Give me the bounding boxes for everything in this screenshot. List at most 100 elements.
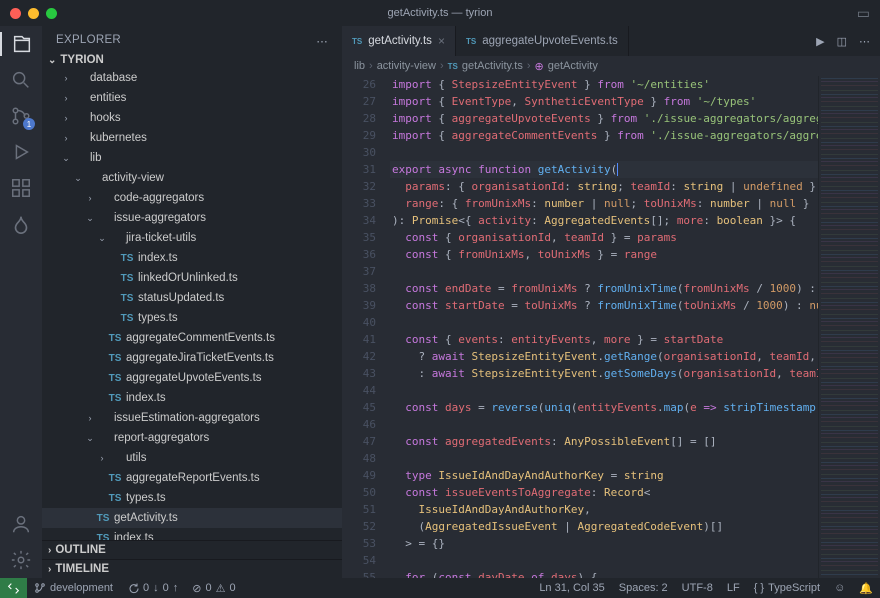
code-line[interactable]: (AggregatedIssueEvent | AggregatedCodeEv…: [390, 518, 818, 535]
maximize-window-button[interactable]: [46, 8, 57, 19]
file-row[interactable]: TSaggregateCommentEvents.ts: [42, 328, 342, 348]
code-line[interactable]: IssueIdAndDayAndAuthorKey,: [390, 501, 818, 518]
extensions-icon[interactable]: [9, 176, 33, 200]
sidebar-more-icon[interactable]: ⋯: [316, 34, 328, 48]
folder-row[interactable]: ›code-aggregators: [42, 188, 342, 208]
code-line[interactable]: const aggregatedEvents: AnyPossibleEvent…: [390, 433, 818, 450]
chevron-down-icon: ⌄: [96, 233, 108, 244]
breadcrumb[interactable]: lib›activity-view›TS getActivity.ts›⊕ ge…: [342, 56, 880, 76]
code-line[interactable]: const days = reverse(uniq(entityEvents.m…: [390, 399, 818, 416]
run-debug-icon[interactable]: [9, 140, 33, 164]
run-cell-icon[interactable]: ▶: [816, 35, 824, 48]
folder-row[interactable]: ›issueEstimation-aggregators: [42, 408, 342, 428]
folder-row[interactable]: ⌄activity-view: [42, 168, 342, 188]
code-line[interactable]: import { EventType, SyntheticEventType }…: [390, 93, 818, 110]
typescript-file-icon: TS: [120, 251, 134, 265]
sidebar-section-toggle[interactable]: ⌄ TYRION: [42, 52, 342, 68]
folder-icon: [72, 111, 86, 125]
code-line[interactable]: const issueEventsToAggregate: Record<: [390, 484, 818, 501]
folder-row[interactable]: ›utils: [42, 448, 342, 468]
panel-toggle-icon[interactable]: ▭: [857, 5, 870, 22]
more-actions-icon[interactable]: ⋯: [859, 35, 870, 48]
code-line[interactable]: ): Promise<{ activity: AggregatedEvents[…: [390, 212, 818, 229]
stepsize-icon[interactable]: [9, 212, 33, 236]
file-row[interactable]: TSaggregateUpvoteEvents.ts: [42, 368, 342, 388]
remote-button[interactable]: [0, 578, 27, 598]
file-row[interactable]: TSgetActivity.ts: [42, 508, 342, 528]
code-line[interactable]: const startDate = toUnixMs ? fromUnixTim…: [390, 297, 818, 314]
problems-button[interactable]: ⊘0 ⚠0: [185, 578, 242, 598]
code-line[interactable]: const { fromUnixMs, toUnixMs } = range: [390, 246, 818, 263]
code-line[interactable]: type IssueIdAndDayAndAuthorKey = string: [390, 467, 818, 484]
breadcrumb-segment[interactable]: activity-view: [377, 60, 436, 72]
code-line[interactable]: [390, 314, 818, 331]
folder-row[interactable]: ›kubernetes: [42, 128, 342, 148]
code-line[interactable]: [390, 144, 818, 161]
split-editor-icon[interactable]: ◫: [837, 35, 847, 48]
folder-row[interactable]: ›database: [42, 68, 342, 88]
code-line[interactable]: : await StepsizeEntityEvent.getSomeDays(…: [390, 365, 818, 382]
folder-row[interactable]: ⌄lib: [42, 148, 342, 168]
breadcrumb-segment[interactable]: lib: [354, 60, 365, 72]
close-tab-icon[interactable]: ×: [438, 34, 445, 48]
sync-button[interactable]: 0↓ 0↑: [120, 578, 185, 598]
accounts-icon[interactable]: [9, 512, 33, 536]
timeline-section[interactable]: › TIMELINE: [42, 559, 342, 578]
breadcrumb-segment[interactable]: getActivity.ts: [462, 60, 523, 72]
folder-row[interactable]: ›entities: [42, 88, 342, 108]
cursor-position[interactable]: Ln 31, Col 35: [532, 582, 611, 594]
code-line[interactable]: const { organisationId, teamId } = param…: [390, 229, 818, 246]
code-line[interactable]: [390, 263, 818, 280]
language-mode[interactable]: { } TypeScript: [747, 582, 827, 594]
folder-row[interactable]: ⌄report-aggregators: [42, 428, 342, 448]
minimize-window-button[interactable]: [28, 8, 39, 19]
file-row[interactable]: TSindex.ts: [42, 388, 342, 408]
tree-item-label: hooks: [90, 112, 121, 124]
errors-count: 0: [205, 582, 211, 594]
file-row[interactable]: TSaggregateJiraTicketEvents.ts: [42, 348, 342, 368]
settings-gear-icon[interactable]: [9, 548, 33, 572]
outline-section[interactable]: › OUTLINE: [42, 540, 342, 559]
file-row[interactable]: TStypes.ts: [42, 308, 342, 328]
file-row[interactable]: TSindex.ts: [42, 528, 342, 540]
tree-item-label: kubernetes: [90, 132, 147, 144]
search-icon[interactable]: [9, 68, 33, 92]
folder-row[interactable]: ›hooks: [42, 108, 342, 128]
code-line[interactable]: export async function getActivity(: [390, 161, 818, 178]
tab[interactable]: TSgetActivity.ts×: [342, 26, 456, 56]
file-row[interactable]: TSstatusUpdated.ts: [42, 288, 342, 308]
code-line[interactable]: import { StepsizeEntityEvent } from '~/e…: [390, 76, 818, 93]
code-line[interactable]: [390, 382, 818, 399]
folder-row[interactable]: ⌄jira-ticket-utils: [42, 228, 342, 248]
breadcrumb-segment[interactable]: getActivity: [548, 60, 598, 72]
feedback-icon[interactable]: ☺: [827, 582, 852, 594]
indentation[interactable]: Spaces: 2: [612, 582, 675, 594]
file-tree[interactable]: ›database›entities›hooks›kubernetes⌄lib⌄…: [42, 68, 342, 540]
tab[interactable]: TSaggregateUpvoteEvents.ts: [456, 26, 629, 56]
code-line[interactable]: range: { fromUnixMs: number | null; toUn…: [390, 195, 818, 212]
code-line[interactable]: [390, 416, 818, 433]
code-line[interactable]: import { aggregateUpvoteEvents } from '.…: [390, 110, 818, 127]
notifications-icon[interactable]: 🔔: [852, 582, 880, 595]
code-line[interactable]: const { events: entityEvents, more } = s…: [390, 331, 818, 348]
encoding[interactable]: UTF-8: [675, 582, 720, 594]
eol[interactable]: LF: [720, 582, 747, 594]
code-line[interactable]: params: { organisationId: string; teamId…: [390, 178, 818, 195]
code-line[interactable]: const endDate = fromUnixMs ? fromUnixTim…: [390, 280, 818, 297]
folder-row[interactable]: ⌄issue-aggregators: [42, 208, 342, 228]
file-row[interactable]: TStypes.ts: [42, 488, 342, 508]
code-line[interactable]: [390, 450, 818, 467]
code-line[interactable]: ? await StepsizeEntityEvent.getRange(org…: [390, 348, 818, 365]
code-line[interactable]: [390, 552, 818, 569]
branch-button[interactable]: development: [27, 578, 120, 598]
code-editor[interactable]: import { StepsizeEntityEvent } from '~/e…: [390, 76, 818, 578]
file-row[interactable]: TSlinkedOrUnlinked.ts: [42, 268, 342, 288]
file-row[interactable]: TSindex.ts: [42, 248, 342, 268]
close-window-button[interactable]: [10, 8, 21, 19]
code-line[interactable]: > = {}: [390, 535, 818, 552]
file-row[interactable]: TSaggregateReportEvents.ts: [42, 468, 342, 488]
code-line[interactable]: import { aggregateCommentEvents } from '…: [390, 127, 818, 144]
minimap[interactable]: [818, 76, 880, 578]
explorer-icon[interactable]: [0, 32, 42, 56]
code-line[interactable]: for (const dayDate of days) {: [390, 569, 818, 578]
